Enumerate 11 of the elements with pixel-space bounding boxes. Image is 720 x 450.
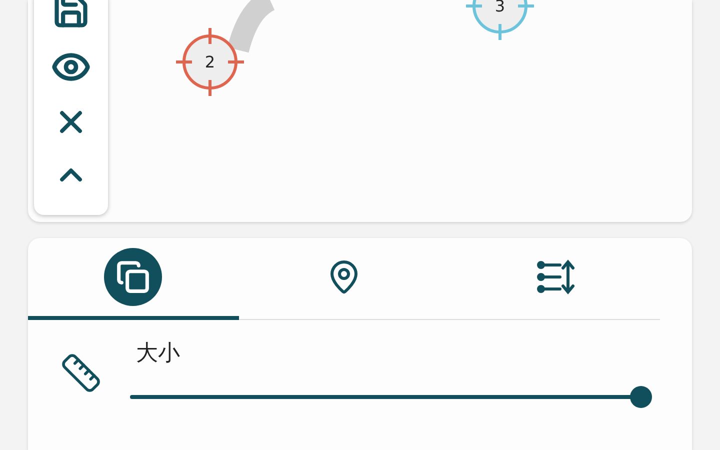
marker-number: 3 <box>494 0 506 16</box>
list-sort-icon <box>534 257 575 297</box>
setting-label: 大小 <box>136 340 181 368</box>
stacked-squares-icon <box>116 260 150 294</box>
slider-thumb[interactable] <box>630 386 652 408</box>
ruler-icon <box>60 352 102 394</box>
map-marker[interactable]: 3 <box>462 0 538 44</box>
save-button[interactable] <box>52 0 90 30</box>
marker-number: 2 <box>204 52 216 72</box>
map-marker[interactable]: 2 <box>172 24 248 100</box>
save-icon <box>52 0 90 30</box>
